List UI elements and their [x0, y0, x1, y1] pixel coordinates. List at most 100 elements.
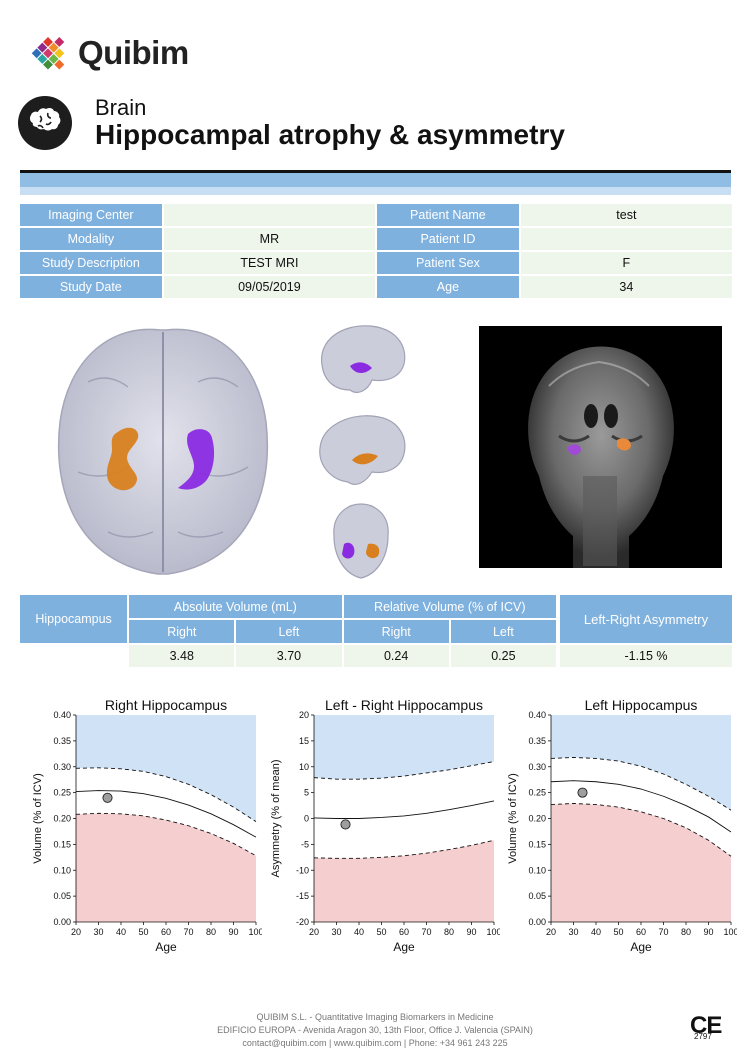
y-tick-label: 0.20: [528, 814, 546, 824]
report-title: Hippocampal atrophy & asymmetry: [95, 119, 565, 150]
y-tick-label: 0.40: [528, 710, 546, 720]
table-row: Left-Right Asymmetry: [560, 595, 732, 643]
x-tick-label: 90: [703, 927, 713, 937]
study-date-value: 09/05/2019: [163, 276, 376, 298]
report-subtitle: Brain: [95, 95, 147, 120]
upper-region: [551, 715, 731, 811]
patient-sex-label: Patient Sex: [377, 252, 519, 274]
relative-volume-header: Relative Volume (% of ICV): [343, 595, 556, 618]
relative-left-value: 0.25: [450, 645, 556, 667]
x-axis-label: Age: [393, 940, 415, 954]
y-tick-label: -15: [296, 891, 309, 901]
y-tick-label: 0: [304, 814, 309, 824]
footer-company: QUIBIM S.L. - Quantitative Imaging Bioma…: [256, 1012, 494, 1022]
y-tick-label: 0.10: [53, 865, 71, 875]
footer-contact: contact@quibim.com | www.quibim.com | Ph…: [242, 1038, 508, 1048]
x-tick-label: 90: [466, 927, 476, 937]
absolute-right-header: Right: [129, 620, 235, 643]
footer-address: EDIFICIO EUROPA - Avenida Aragon 30, 13t…: [217, 1025, 533, 1035]
x-tick-label: 60: [399, 927, 409, 937]
x-tick-label: 60: [636, 927, 646, 937]
y-tick-label: 0.15: [53, 839, 71, 849]
quibim-logo-mark-icon: [31, 37, 65, 70]
y-axis-label: Volume (% of ICV): [507, 773, 519, 863]
y-tick-label: 0.25: [53, 788, 71, 798]
x-tick-label: 40: [116, 927, 126, 937]
x-tick-label: 80: [444, 927, 454, 937]
absolute-volume-header: Absolute Volume (mL): [129, 595, 342, 618]
brain-lateral-right-render: [319, 415, 406, 485]
patient-name-label: Patient Name: [377, 204, 519, 226]
x-tick-label: 50: [376, 927, 386, 937]
y-tick-label: 0.20: [53, 814, 71, 824]
study-description-label: Study Description: [20, 252, 162, 274]
table-row: Imaging Center Patient Name test: [20, 204, 732, 226]
table-row: Study Date 09/05/2019 Age 34: [20, 276, 732, 298]
x-tick-label: 20: [71, 927, 81, 937]
y-tick-label: 0.05: [528, 891, 546, 901]
x-tick-label: 80: [681, 927, 691, 937]
brain-axial-render: [57, 328, 269, 575]
patient-id-value: [520, 228, 732, 250]
chart-left-hippocampus: 0.00 0.05 0.10 0.15 0.20 0.25 0.30 0.35 0.40 20 30…: [505, 693, 739, 968]
ce-number: 2797: [694, 1032, 712, 1041]
asymmetry-chart-svg: -20 -15 -10 -5 0 5 10 15 20 20 30 40 50 60 70 80 90 100 Le…: [270, 697, 502, 954]
brain-icon: [18, 96, 72, 150]
y-tick-label: 10: [299, 762, 309, 772]
table-row: Modality MR Patient ID: [20, 228, 732, 250]
left-hippocampus-chart-svg: 0.00 0.05 0.10 0.15 0.20 0.25 0.30 0.35 0.40 20 30…: [507, 697, 739, 954]
y-tick-label: 5: [304, 788, 309, 798]
y-tick-label: -10: [296, 865, 309, 875]
mri-coronal-slice: [479, 326, 722, 568]
hippocampus-row-label: Hippocampus: [20, 595, 128, 643]
brain-lateral-left-render: [321, 325, 406, 393]
imaging-center-label: Imaging Center: [20, 204, 162, 226]
x-tick-label: 30: [568, 927, 578, 937]
x-tick-label: 50: [138, 927, 148, 937]
x-tick-label: 100: [723, 927, 737, 937]
right-hippocampus-chart-svg: 0.00 0.05 0.10 0.15 0.20 0.25 0.30 0.35 0.40 20 30…: [32, 697, 264, 954]
chart-asymmetry: -20 -15 -10 -5 0 5 10 15 20 20 30 40 50 60 70 80 90 100 Le…: [268, 693, 502, 968]
table-row: 3.48 3.70 0.24 0.25: [20, 645, 556, 667]
table-row: Study Description TEST MRI Patient Sex F: [20, 252, 732, 274]
lower-region: [76, 813, 256, 922]
y-tick-label: -5: [301, 839, 309, 849]
x-tick-label: 50: [613, 927, 623, 937]
modality-label: Modality: [20, 228, 162, 250]
volume-table: Hippocampus Absolute Volume (mL) Relativ…: [18, 593, 558, 669]
study-date-label: Study Date: [20, 276, 162, 298]
y-tick-label: -20: [296, 917, 309, 927]
y-tick-label: 0.40: [53, 710, 71, 720]
study-description-value: TEST MRI: [163, 252, 376, 274]
x-tick-label: 100: [486, 927, 500, 937]
patient-id-label: Patient ID: [377, 228, 519, 250]
brain-posterior-render: [333, 503, 389, 579]
y-tick-label: 0.25: [528, 788, 546, 798]
age-label: Age: [377, 276, 519, 298]
chart-title: Right Hippocampus: [105, 697, 227, 713]
absolute-left-value: 3.70: [236, 645, 342, 667]
empty-cell: [20, 645, 128, 667]
chart-title: Left - Right Hippocampus: [325, 697, 483, 713]
x-axis-label: Age: [155, 940, 177, 954]
absolute-right-value: 3.48: [129, 645, 235, 667]
modality-value: MR: [163, 228, 376, 250]
x-tick-label: 40: [354, 927, 364, 937]
y-tick-label: 0.10: [528, 865, 546, 875]
absolute-left-header: Left: [236, 620, 342, 643]
lower-region: [551, 803, 731, 922]
x-tick-label: 90: [228, 927, 238, 937]
y-tick-label: 20: [299, 710, 309, 720]
chart-right-hippocampus: 0.00 0.05 0.10 0.15 0.20 0.25 0.30 0.35 0.40 20 30…: [30, 693, 264, 968]
table-row: Hippocampus Absolute Volume (mL) Relativ…: [20, 595, 556, 643]
patient-sex-value: F: [520, 252, 732, 274]
y-tick-label: 0.35: [528, 736, 546, 746]
patient-point: [340, 819, 351, 830]
lower-region: [314, 840, 494, 922]
footer: QUIBIM S.L. - Quantitative Imaging Bioma…: [150, 1011, 600, 1050]
x-tick-label: 100: [248, 927, 262, 937]
chart-title: Left Hippocampus: [585, 697, 698, 713]
relative-right-value: 0.24: [343, 645, 449, 667]
imaging-center-value: [163, 204, 376, 226]
y-tick-label: 0.05: [53, 891, 71, 901]
